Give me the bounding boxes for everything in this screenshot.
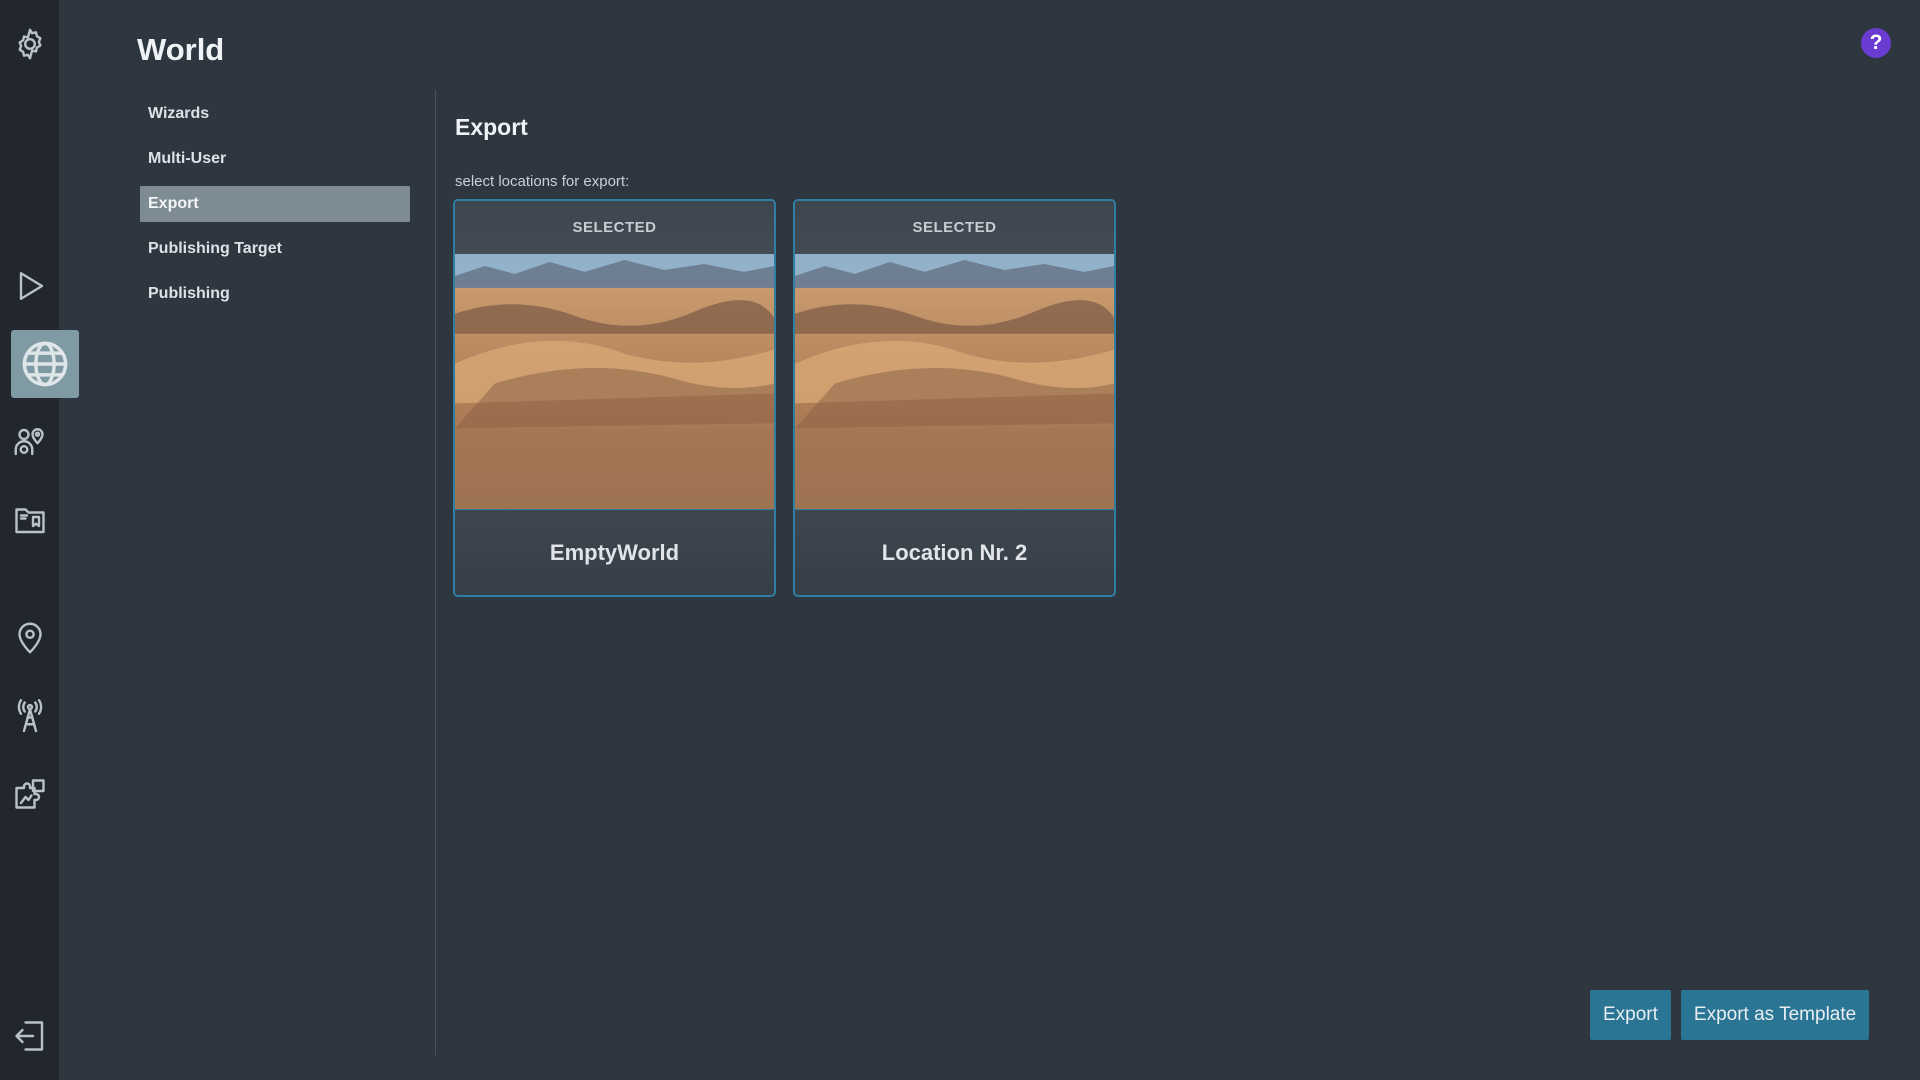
nav-item-export[interactable]: Export [140,186,410,222]
puzzle-icon [14,779,45,809]
rail-media[interactable] [0,490,59,550]
export-button[interactable]: Export [1590,990,1671,1040]
section-nav: Wizards Multi-User Export Publishing Tar… [140,96,410,321]
nav-item-multi-user[interactable]: Multi-User [140,141,410,177]
action-bar: Export Export as Template [1590,990,1870,1040]
question-mark-icon: ? [1869,31,1883,54]
play-icon [19,272,43,300]
desert-dunes-image [455,254,774,509]
rail-settings[interactable] [0,14,59,74]
rail-logout[interactable] [0,1006,59,1066]
location-name: EmptyWorld [455,510,774,595]
location-cards: SELECTED EmptyWorld SELECTED Location Nr… [453,199,1116,597]
rail-plugins[interactable] [0,764,59,824]
logout-icon [14,1021,43,1051]
section-title: Export [455,114,528,140]
page-title: World [137,32,225,67]
gear-icon [17,28,42,60]
vertical-divider [435,90,436,1055]
desert-dunes-image [795,254,1114,509]
map-pin-icon [17,622,42,654]
icon-rail [0,0,79,1080]
nav-item-wizards[interactable]: Wizards [140,96,410,132]
location-card[interactable]: SELECTED EmptyWorld [453,199,776,597]
rail-play[interactable] [0,256,59,316]
people-location-icon [14,428,44,456]
help-button[interactable]: ? [1861,28,1891,58]
location-thumbnail [455,254,774,510]
selected-badge: SELECTED [455,201,774,254]
selected-badge: SELECTED [795,201,1114,254]
rail-world[interactable] [11,330,79,398]
rail-characters[interactable] [0,412,59,472]
nav-item-publishing[interactable]: Publishing [140,276,410,312]
nav-item-publishing-target[interactable]: Publishing Target [140,231,410,267]
location-card[interactable]: SELECTED Location Nr. 2 [793,199,1116,597]
export-as-template-button[interactable]: Export as Template [1680,990,1870,1040]
folder-image-icon [14,508,45,534]
globe-icon [22,341,68,387]
location-name: Location Nr. 2 [795,510,1114,595]
antenna-icon [17,699,42,733]
rail-broadcast[interactable] [0,686,59,746]
instruction-text: select locations for export: [455,173,630,190]
location-thumbnail [795,254,1114,510]
rail-locations[interactable] [0,608,59,668]
